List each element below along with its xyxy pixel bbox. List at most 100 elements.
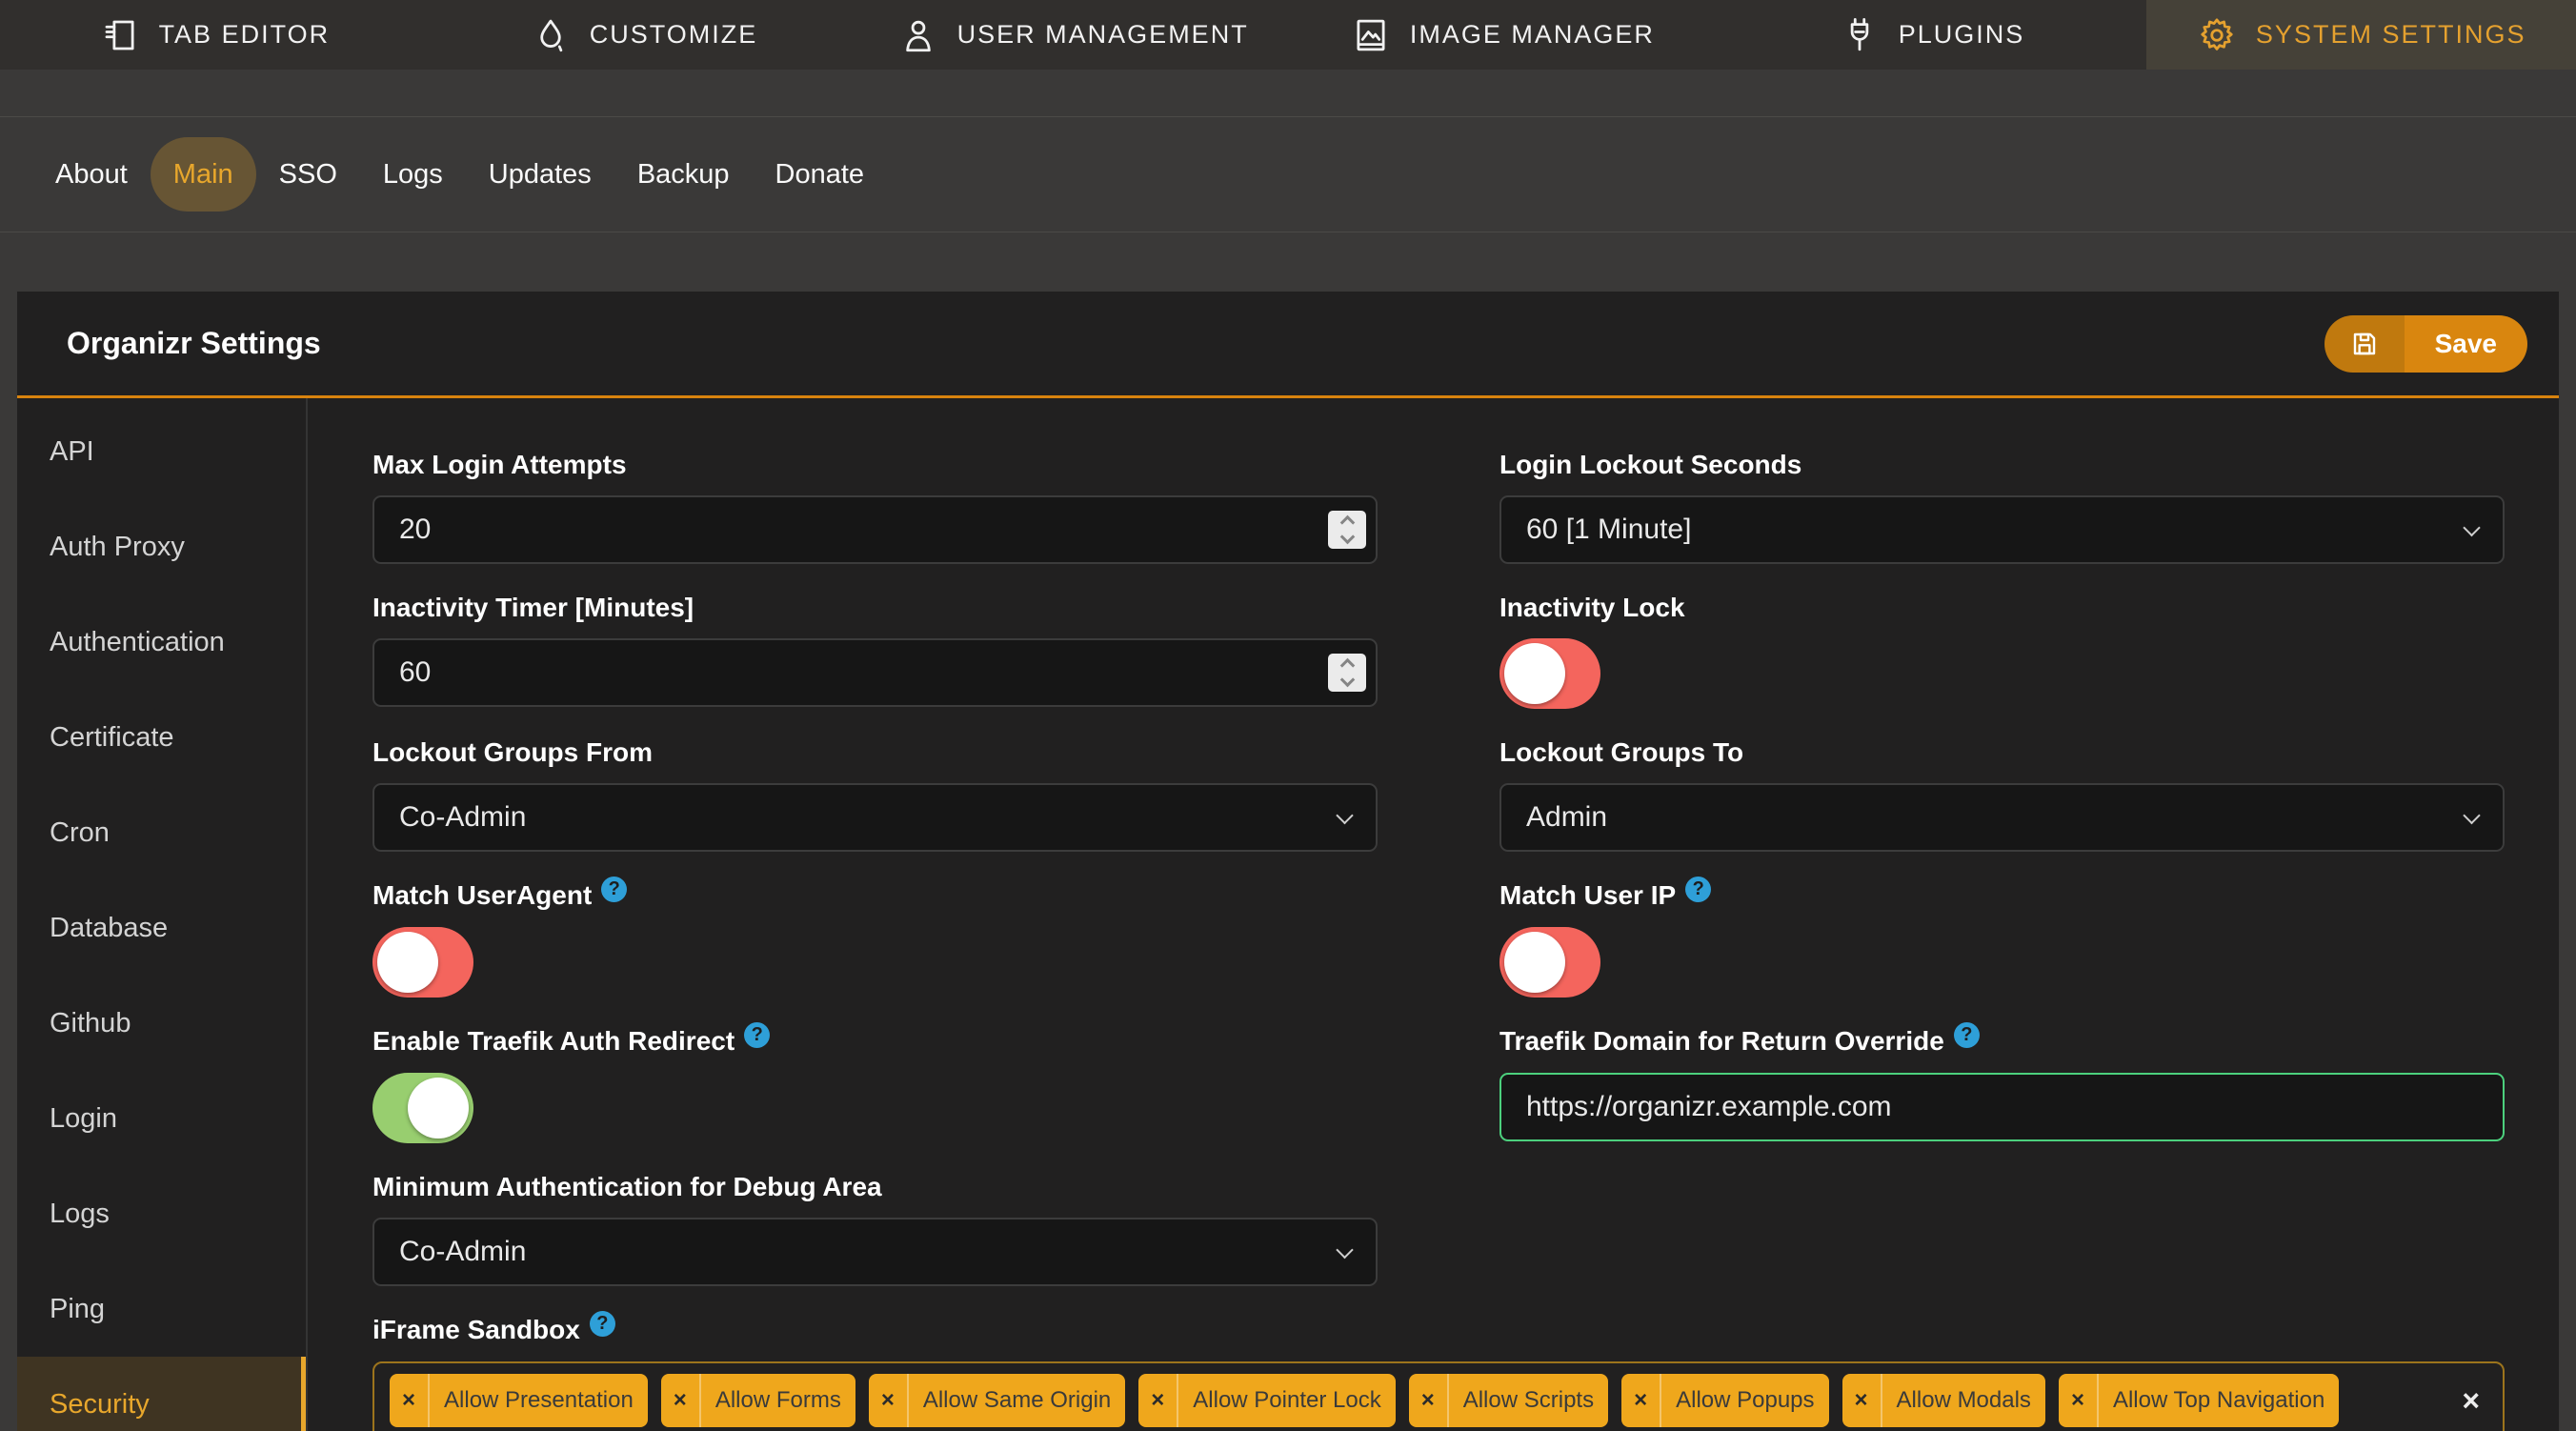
sidebar-item-cron[interactable]: Cron [17, 785, 306, 880]
sidebar-item-github[interactable]: Github [17, 976, 306, 1071]
image-manager-icon [1357, 19, 1385, 50]
enable-traefik-auth-redirect-toggle[interactable] [372, 1073, 473, 1143]
field-label: Match UserAgent [372, 880, 593, 910]
iframe-sandbox-tag-input[interactable]: Allow Presentation Allow Forms Allow Sam… [372, 1361, 2505, 1431]
topnav-tab-editor[interactable]: TAB EDITOR [0, 0, 430, 70]
field-label: Minimum Authentication for Debug Area [372, 1172, 882, 1201]
settings-sub-navigation: About Main SSO Logs Updates Backup Donat… [0, 116, 2576, 232]
sidebar-item-logs[interactable]: Logs [17, 1166, 306, 1261]
sidebar-item-ping[interactable]: Ping [17, 1261, 306, 1357]
tag-allow-presentation: Allow Presentation [390, 1374, 648, 1427]
clear-all-tags-icon[interactable] [2454, 1374, 2487, 1427]
inactivity-lock-toggle[interactable] [1499, 638, 1600, 709]
sidebar-item-security[interactable]: Security [17, 1357, 306, 1431]
help-icon[interactable] [1685, 877, 1712, 902]
top-navigation: TAB EDITOR CUSTOMIZE USER MANAGEMENT IMA… [0, 0, 2576, 70]
page-title: Organizr Settings [67, 326, 321, 360]
topnav-system-settings[interactable]: SYSTEM SETTINGS [2146, 0, 2576, 70]
help-icon[interactable] [1953, 1022, 1980, 1048]
plugins-icon [1850, 17, 1869, 50]
topnav-customize[interactable]: CUSTOMIZE [430, 0, 859, 70]
user-management-icon [905, 20, 931, 51]
help-icon[interactable] [601, 877, 628, 902]
selected-value: Co-Admin [399, 801, 527, 833]
selected-value: Co-Admin [399, 1236, 527, 1267]
sidebar-item-login[interactable]: Login [17, 1071, 306, 1166]
match-useragent-toggle[interactable] [372, 927, 473, 998]
field-lockout-groups-to: Lockout Groups To Admin [1499, 737, 2505, 852]
toggle-knob [408, 1078, 469, 1139]
sidebar-item-authentication[interactable]: Authentication [17, 595, 306, 690]
lockout-groups-to-select[interactable]: Admin [1499, 783, 2505, 852]
topnav-plugins[interactable]: PLUGINS [1718, 0, 2147, 70]
tag-label: Allow Popups [1676, 1387, 1815, 1413]
field-label: Inactivity Lock [1499, 593, 1685, 622]
field-label: iFrame Sandbox [372, 1315, 580, 1344]
tag-label: Allow Top Navigation [2112, 1387, 2325, 1413]
remove-tag-icon[interactable] [1409, 1387, 1447, 1414]
subnav-backup[interactable]: Backup [614, 137, 753, 212]
subnav-about[interactable]: About [32, 137, 151, 212]
settings-sidebar: API Auth Proxy Authentication Certificat… [17, 398, 308, 1431]
remove-tag-icon[interactable] [2059, 1387, 2097, 1414]
field-traefik-domain-override: Traefik Domain for Return Override [1499, 1022, 2505, 1143]
lockout-groups-from-select[interactable]: Co-Admin [372, 783, 1378, 852]
remove-tag-icon[interactable] [1138, 1387, 1177, 1414]
tab-editor-icon [105, 20, 134, 50]
customize-icon [540, 19, 562, 51]
field-iframe-sandbox: iFrame Sandbox Allow Presentation Allow … [372, 1311, 2505, 1431]
tag-label: Allow Modals [1896, 1387, 2031, 1413]
tag-label: Allow Forms [714, 1387, 841, 1413]
topnav-user-management[interactable]: USER MANAGEMENT [858, 0, 1288, 70]
field-label: Lockout Groups From [372, 737, 653, 767]
sidebar-item-auth-proxy[interactable]: Auth Proxy [17, 499, 306, 595]
max-login-attempts-input[interactable] [372, 495, 1378, 564]
remove-tag-icon[interactable] [390, 1387, 428, 1414]
tag-label: Allow Presentation [444, 1387, 634, 1413]
remove-tag-icon[interactable] [869, 1387, 907, 1414]
subnav-main[interactable]: Main [150, 137, 256, 212]
field-login-lockout-seconds: Login Lockout Seconds 60 [1 Minute] [1499, 450, 2505, 564]
field-lockout-groups-from: Lockout Groups From Co-Admin [372, 737, 1378, 852]
topnav-label: SYSTEM SETTINGS [2255, 20, 2526, 49]
login-lockout-seconds-select[interactable]: 60 [1 Minute] [1499, 495, 2505, 564]
sidebar-item-api[interactable]: API [17, 404, 306, 499]
panel-header: Organizr Settings Save [17, 292, 2559, 398]
field-min-auth-debug: Minimum Authentication for Debug Area Co… [372, 1172, 1378, 1286]
subnav-updates[interactable]: Updates [466, 137, 614, 212]
field-label: Match User IP [1499, 880, 1677, 910]
field-label: Traefik Domain for Return Override [1499, 1026, 1944, 1056]
remove-tag-icon[interactable] [661, 1387, 699, 1414]
toggle-knob [1504, 932, 1565, 993]
help-icon[interactable] [744, 1022, 771, 1048]
sidebar-item-certificate[interactable]: Certificate [17, 690, 306, 785]
subnav-donate[interactable]: Donate [753, 137, 888, 212]
tag-allow-popups: Allow Popups [1621, 1374, 1829, 1427]
security-settings-form: Max Login Attempts Login Lockout Seconds… [308, 398, 2559, 1431]
floppy-disk-icon [2324, 314, 2405, 373]
selected-value: 60 [1 Minute] [1526, 514, 1692, 545]
remove-tag-icon[interactable] [1621, 1387, 1660, 1414]
topnav-label: TAB EDITOR [158, 20, 331, 49]
inactivity-timer-input[interactable] [372, 638, 1378, 707]
help-icon[interactable] [589, 1311, 615, 1337]
tag-allow-top-navigation: Allow Top Navigation [2058, 1374, 2340, 1427]
traefik-domain-override-input[interactable] [1499, 1073, 2505, 1141]
tag-allow-forms: Allow Forms [660, 1374, 855, 1427]
save-button[interactable]: Save [2324, 314, 2527, 373]
save-button-label: Save [2404, 314, 2527, 373]
field-label: Login Lockout Seconds [1499, 450, 1802, 479]
topnav-label: IMAGE MANAGER [1409, 20, 1655, 49]
gear-icon [2201, 18, 2233, 50]
topnav-image-manager[interactable]: IMAGE MANAGER [1288, 0, 1718, 70]
remove-tag-icon[interactable] [1842, 1387, 1881, 1414]
sidebar-item-database[interactable]: Database [17, 880, 306, 976]
subnav-logs[interactable]: Logs [360, 137, 466, 212]
subnav-sso[interactable]: SSO [256, 137, 360, 212]
number-stepper[interactable] [1328, 511, 1366, 549]
field-label: Inactivity Timer [Minutes] [372, 593, 694, 622]
match-user-ip-toggle[interactable] [1499, 927, 1600, 998]
number-stepper[interactable] [1328, 654, 1366, 692]
field-spacer [1499, 1172, 2505, 1286]
min-auth-debug-select[interactable]: Co-Admin [372, 1218, 1378, 1286]
